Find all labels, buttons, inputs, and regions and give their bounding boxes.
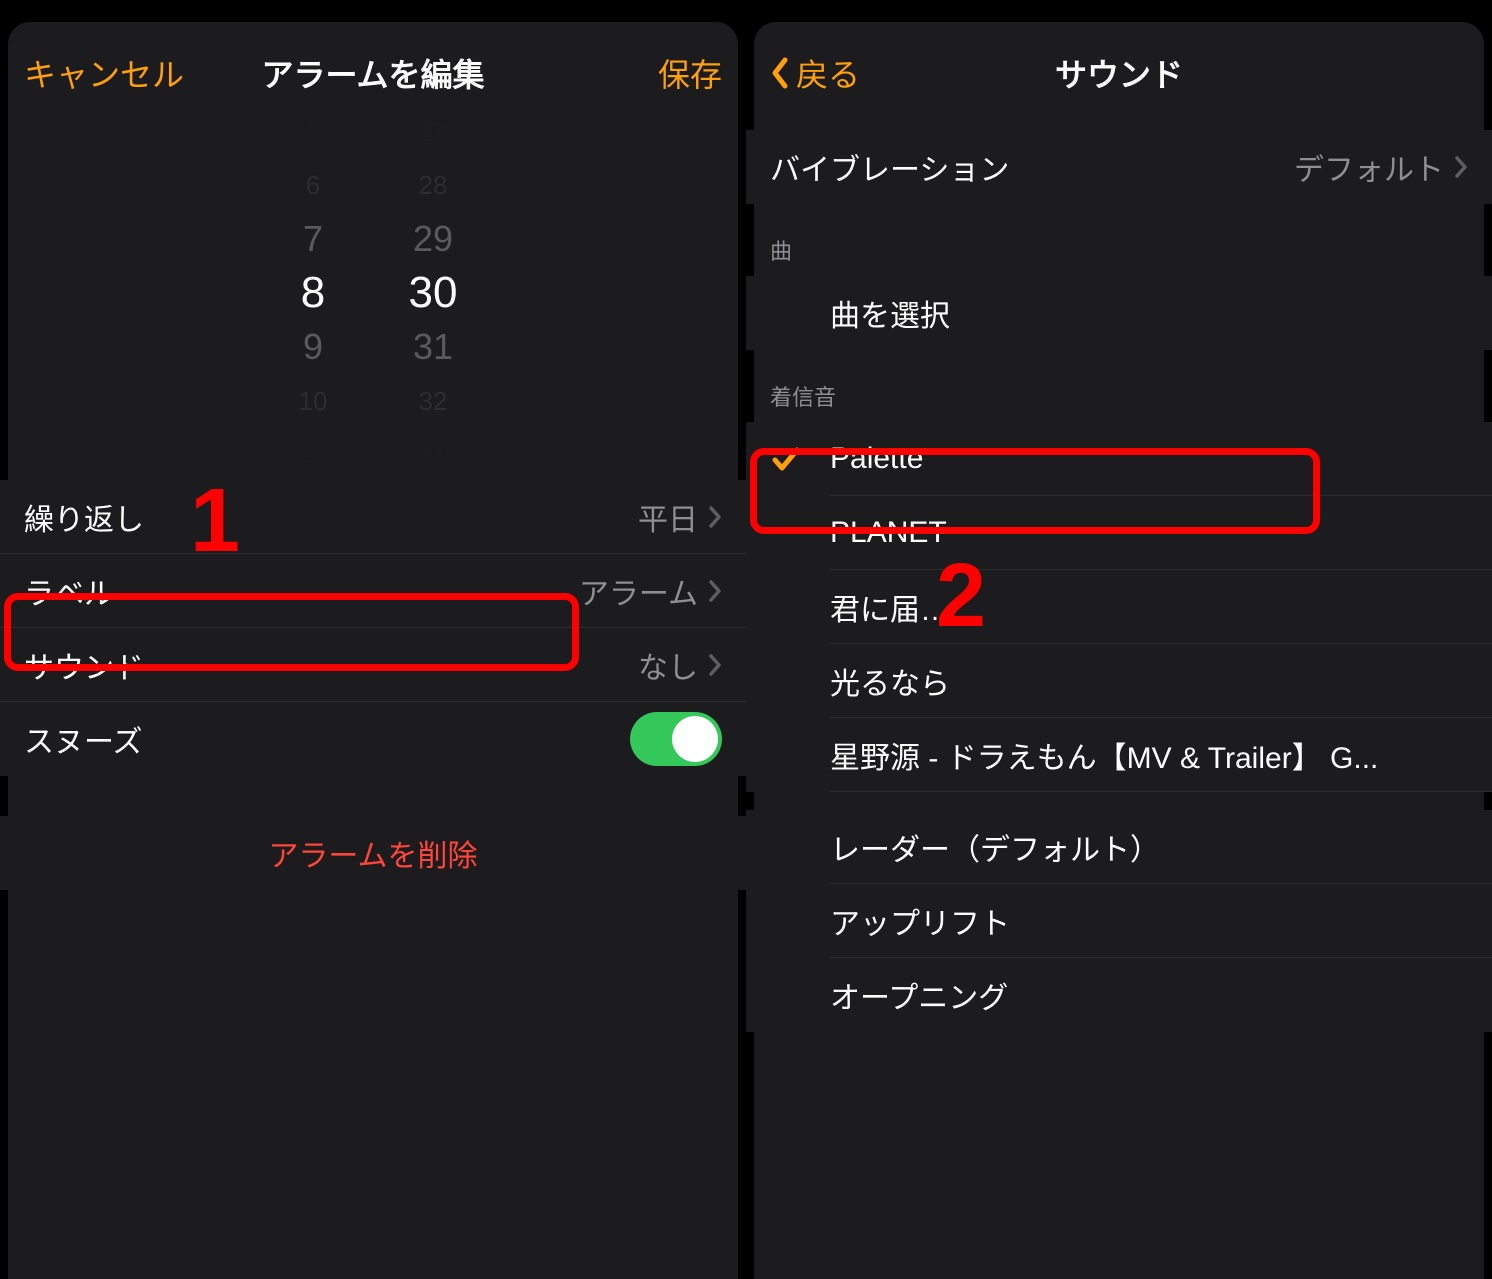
ringtone-row[interactable]: 光るなら: [746, 644, 1492, 718]
picker-hour-item: 6: [306, 161, 320, 209]
sound-value: なし: [638, 643, 698, 687]
ringtone-row[interactable]: オープニング: [746, 958, 1492, 1032]
repeat-label: 繰り返し: [24, 495, 144, 539]
ringtone-row[interactable]: アップリフト: [746, 884, 1492, 958]
sound-row[interactable]: サウンド なし: [0, 628, 746, 702]
ringtone-name: オープニング: [830, 958, 1468, 1032]
ringtone-row[interactable]: 君に届…: [746, 570, 1492, 644]
label-row[interactable]: ラベル アラーム: [0, 554, 746, 628]
delete-alarm-button[interactable]: アラームを削除: [0, 816, 746, 890]
select-song-row[interactable]: 曲を選択: [746, 276, 1492, 350]
label-label: ラベル: [24, 569, 114, 613]
snooze-label: スヌーズ: [24, 717, 143, 761]
ringtone-name: 光るなら: [830, 644, 1468, 718]
picker-hour-item: 9: [303, 323, 323, 371]
ringtone-row[interactable]: レーダー（デフォルト）: [746, 810, 1492, 884]
select-song-label: 曲を選択: [830, 291, 950, 335]
time-picker[interactable]: 5 6 7 8 9 10 11 27 28 29 30: [0, 118, 746, 468]
picker-minute-item: 29: [413, 215, 453, 263]
picker-minute-item: 32: [419, 377, 448, 425]
chevron-right-icon: [708, 505, 722, 529]
picker-minute-item: 28: [419, 161, 448, 209]
save-button[interactable]: 保存: [658, 50, 722, 96]
ringtone-row[interactable]: PLANET: [746, 496, 1492, 570]
picker-hour-item: 5: [308, 118, 318, 155]
ringtone-name: Palette: [830, 422, 1468, 496]
vibration-value: デフォルト: [1294, 145, 1444, 189]
chevron-right-icon: [708, 653, 722, 677]
picker-hour-item: 10: [299, 377, 328, 425]
back-button[interactable]: 戻る: [770, 50, 860, 96]
ringtone-section-header: 着信音: [746, 350, 1492, 422]
chevron-left-icon: [770, 56, 790, 90]
navbar-sound: 戻る サウンド: [746, 28, 1492, 118]
ringtone-list: Palette PLANET 君に届… 光るなら: [746, 422, 1492, 1032]
back-label: 戻る: [796, 50, 860, 96]
ringtone-name: 君に届…: [830, 570, 1468, 644]
snooze-row: スヌーズ: [0, 702, 746, 776]
repeat-value: 平日: [638, 495, 698, 539]
cancel-button[interactable]: キャンセル: [24, 50, 184, 96]
picker-hour-selected: 8: [301, 269, 325, 317]
ringtone-row[interactable]: 星野源 - ドラえもん【MV & Trailer】 G...: [746, 718, 1492, 792]
picker-hour-item: 11: [304, 431, 323, 468]
chevron-right-icon: [708, 579, 722, 603]
picker-minute-item: 27: [423, 118, 443, 155]
sound-screen: 戻る サウンド バイブレーション デフォルト: [746, 0, 1492, 1279]
vibration-row[interactable]: バイブレーション デフォルト: [746, 130, 1492, 204]
chevron-right-icon: [1454, 155, 1468, 179]
song-section-header: 曲: [746, 204, 1492, 276]
picker-minute-selected: 30: [409, 269, 458, 317]
ringtone-name: レーダー（デフォルト）: [830, 810, 1468, 884]
alarm-edit-screen: キャンセル アラームを編集 保存 5 6 7 8 9: [0, 0, 746, 1279]
ringtone-name: 星野源 - ドラえもん【MV & Trailer】 G...: [830, 718, 1468, 792]
ringtone-name: アップリフト: [830, 884, 1468, 958]
picker-minute-item: 31: [413, 323, 453, 371]
snooze-toggle[interactable]: [630, 712, 722, 766]
sound-label: サウンド: [24, 643, 144, 687]
ringtone-row[interactable]: Palette: [746, 422, 1492, 496]
vibration-label: バイブレーション: [770, 145, 1009, 189]
page-title: アラームを編集: [184, 50, 562, 96]
hour-picker[interactable]: 5 6 7 8 9 10 11: [253, 118, 373, 468]
label-value: アラーム: [579, 569, 698, 613]
picker-minute-item: 33: [423, 431, 443, 468]
navbar-edit: キャンセル アラームを編集 保存: [0, 28, 746, 118]
checkmark-icon: [770, 443, 802, 475]
page-title: サウンド: [930, 50, 1308, 96]
picker-hour-item: 7: [303, 215, 323, 263]
ringtone-name: PLANET: [830, 496, 1468, 570]
minute-picker[interactable]: 27 28 29 30 31 32 33: [373, 118, 493, 468]
repeat-row[interactable]: 繰り返し 平日: [0, 480, 746, 554]
